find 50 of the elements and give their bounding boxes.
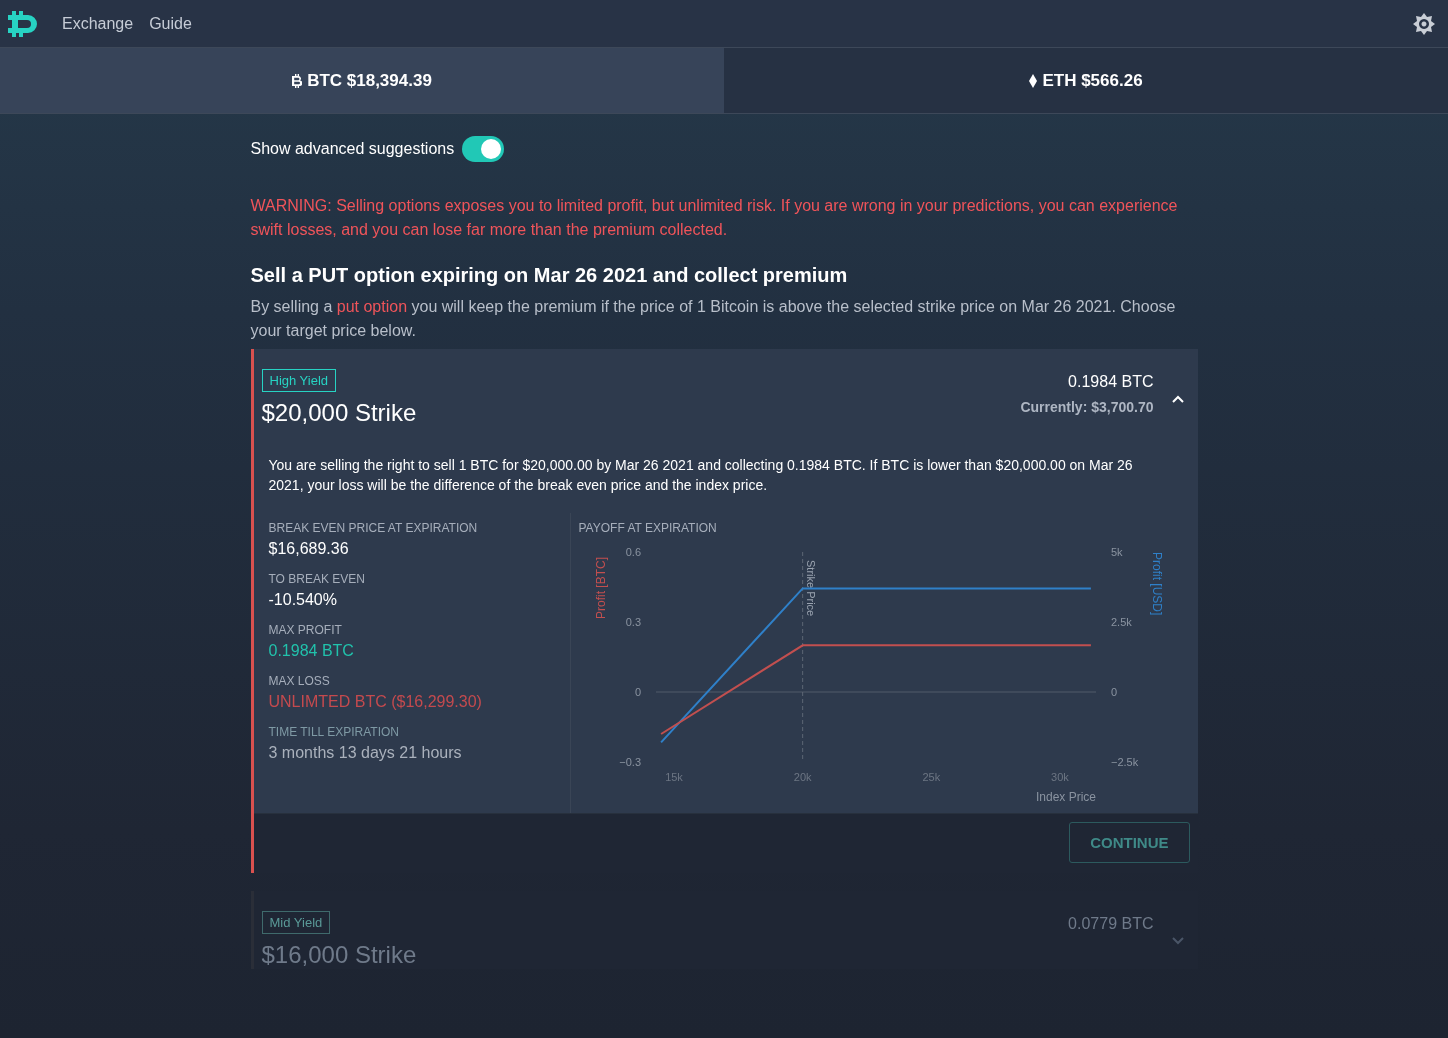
- toggle-label: Show advanced suggestions: [250, 140, 455, 158]
- explanation-text: You are selling the right to sell 1 BTC for $20,000.00 by Mar 26 2021 and collecting 0.1984 BTC. If BTC is lower than $20,000.00 on Mar 26 2021, your loss will be the difference of the break even price and the index price.: [268, 456, 1134, 495]
- price-tab[interactable]: BTC $18,394.39: [0, 48, 724, 113]
- description-text: By selling a put option you will keep the premium if the price of 1 Bitcoin is above the selected strike price on Mar 26 2021. Choose your target price below.: [250, 297, 1177, 341]
- settings-icon[interactable]: [1412, 11, 1436, 36]
- strike-title: $20,000 Strike: [261, 399, 417, 427]
- chart-title: PAYOFF AT EXPIRATION: [578, 521, 718, 535]
- nav-link[interactable]: Exchange: [62, 14, 134, 33]
- current-value: Currently: $3,700.70: [1020, 399, 1154, 415]
- stat-value: $16,689.36: [268, 540, 350, 558]
- toggle-switch[interactable]: [462, 136, 505, 162]
- stat-value: UNLIMTED BTC ($16,299.30): [268, 693, 483, 711]
- put-option-link[interactable]: put option: [336, 298, 408, 315]
- tick-label: 0.6: [625, 546, 641, 558]
- yield-badge: Mid Yield: [261, 911, 331, 934]
- stat-value: 0.1984 BTC: [268, 642, 355, 660]
- logo-icon[interactable]: [8, 10, 38, 37]
- tick-label: 0.3: [625, 616, 641, 628]
- tick-label: 20k: [793, 771, 812, 783]
- tick-label: 5k: [1110, 546, 1123, 558]
- tick-label: −0.3: [618, 756, 641, 768]
- tick-label: 30k: [1050, 771, 1069, 783]
- stat-label: MAX LOSS: [268, 674, 331, 688]
- stat-label: MAX PROFIT: [268, 623, 343, 637]
- stat-label: BREAK EVEN PRICE AT EXPIRATION: [268, 521, 479, 535]
- price-tab[interactable]: ETH $566.26: [724, 48, 1448, 113]
- continue-button[interactable]: CONTINUE: [1069, 822, 1190, 863]
- premium-amount: 0.0779 BTC: [1068, 915, 1154, 933]
- bitcoin-icon: [292, 73, 303, 88]
- premium-amount: 0.1984 BTC: [1068, 373, 1154, 391]
- axis-title: Index Price: [1035, 790, 1096, 804]
- tick-label: 0: [634, 686, 641, 698]
- section-heading: Sell a PUT option expiring on Mar 26 2021 and collect premium: [250, 264, 849, 287]
- nav-link[interactable]: Guide: [149, 14, 192, 33]
- warning-text: WARNING: Selling options exposes you to limited profit, but unlimited risk. If you are wrong in your predictions, you can experience swift losses, and you can lose far more than the premium collected.: [250, 196, 1179, 240]
- stat-label: TIME TILL EXPIRATION: [268, 725, 400, 739]
- stat-value: -10.540%: [268, 591, 338, 609]
- tick-label: 25k: [921, 771, 940, 783]
- diamond-icon: [1029, 73, 1038, 88]
- axis-title: Profit [USD]: [1149, 552, 1164, 616]
- tick-label: 2.5k: [1110, 616, 1132, 628]
- yield-badge: High Yield: [261, 369, 337, 392]
- tick-label: 15k: [664, 771, 683, 783]
- strike-title: $16,000 Strike: [261, 941, 417, 969]
- axis-title: Profit [BTC]: [593, 557, 608, 619]
- stat-value: 3 months 13 days 21 hours: [268, 744, 463, 762]
- strike-label: Strike Price: [804, 560, 817, 617]
- stat-label: TO BREAK EVEN: [268, 572, 366, 586]
- tick-label: 0: [1110, 686, 1117, 698]
- tick-label: −2.5k: [1110, 756, 1138, 768]
